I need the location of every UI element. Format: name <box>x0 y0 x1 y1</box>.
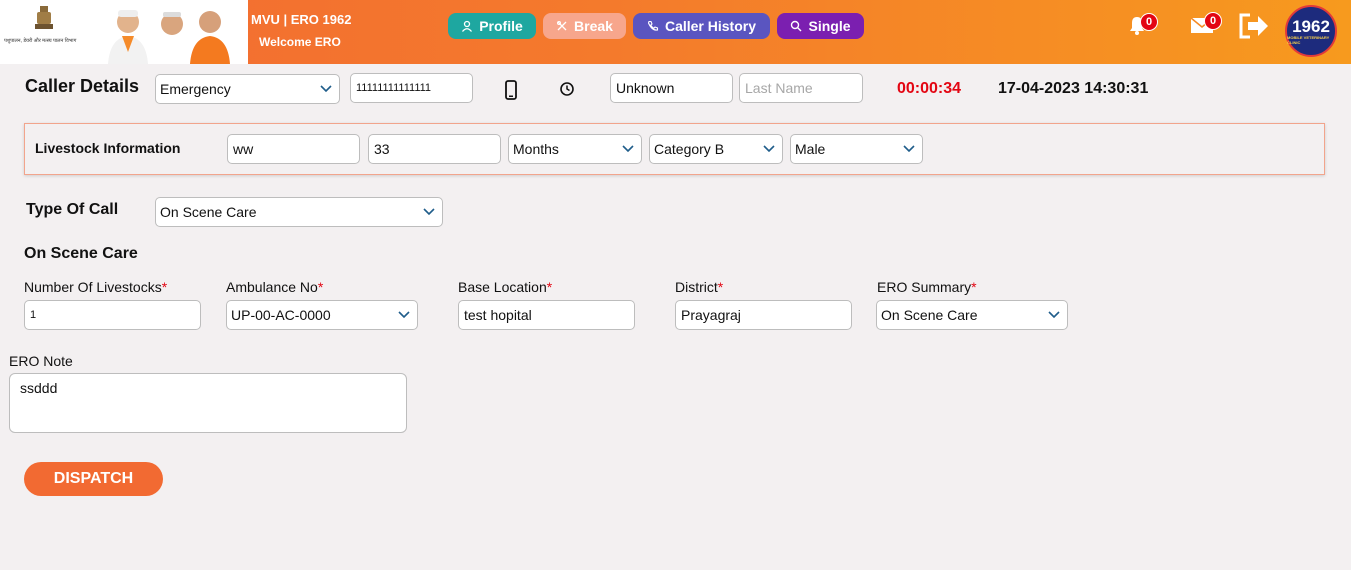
num-livestocks-label: Number Of Livestocks* <box>24 279 167 295</box>
top-header: पशुपालन, डेयरी और मत्स्य पालन विभाग MVU … <box>0 0 1351 64</box>
type-of-call-value: On Scene Care <box>160 204 257 220</box>
ero-summary-label-text: ERO Summary <box>877 279 972 295</box>
num-livestocks-input[interactable]: 1 <box>24 300 201 330</box>
single-button[interactable]: Single <box>777 13 864 39</box>
base-location-label-text: Base Location <box>458 279 547 295</box>
notifications-badge: 0 <box>1140 13 1158 31</box>
chevron-down-icon <box>622 145 634 153</box>
profile-button[interactable]: Profile <box>448 13 536 39</box>
clock-icon[interactable] <box>559 81 575 97</box>
base-location-input[interactable]: test hopital <box>458 300 635 330</box>
brand-number: 1962 <box>1292 16 1330 36</box>
coffee-icon <box>557 21 567 31</box>
phone-icon <box>647 20 659 31</box>
dispatch-button[interactable]: DISPATCH <box>24 462 163 496</box>
ero-note-textarea[interactable]: ssddd <box>9 373 407 433</box>
ambulance-no-value: UP-00-AC-0000 <box>231 307 331 323</box>
ero-summary-value: On Scene Care <box>881 307 978 323</box>
district-input[interactable]: Prayagraj <box>675 300 852 330</box>
district-label: District* <box>675 279 723 295</box>
district-label-text: District <box>675 279 718 295</box>
category-select[interactable]: Category B <box>649 134 783 164</box>
chevron-down-icon <box>903 145 915 153</box>
gender-select[interactable]: Male <box>790 134 923 164</box>
num-livestocks-label-text: Number Of Livestocks <box>24 279 162 295</box>
category-value: Category B <box>654 141 725 157</box>
type-of-call-label: Type Of Call <box>26 201 119 218</box>
base-location-label: Base Location* <box>458 279 552 295</box>
on-scene-care-title: On Scene Care <box>24 245 138 262</box>
call-type-select[interactable]: Emergency <box>155 74 340 104</box>
chevron-down-icon <box>320 85 332 93</box>
required-mark: * <box>161 279 168 295</box>
logo-banner: पशुपालन, डेयरी और मत्स्य पालन विभाग <box>0 0 248 64</box>
messages-badge: 0 <box>1204 12 1222 30</box>
ero-summary-label: ERO Summary* <box>877 279 977 295</box>
call-timer: 00:00:34 <box>897 80 962 97</box>
logout-icon[interactable] <box>1238 12 1270 40</box>
chevron-down-icon <box>763 145 775 153</box>
caller-details-label: Caller Details <box>25 76 140 96</box>
single-button-label: Single <box>808 18 851 34</box>
profile-button-label: Profile <box>479 18 523 34</box>
age-unit-value: Months <box>513 141 559 157</box>
user-icon <box>462 20 473 32</box>
chevron-down-icon <box>398 311 410 319</box>
break-button[interactable]: Break <box>543 13 626 39</box>
chevron-down-icon <box>1048 311 1060 319</box>
welcome-text: Welcome ERO <box>259 35 341 49</box>
search-icon <box>791 20 802 32</box>
caller-history-button-label: Caller History <box>664 18 757 34</box>
chevron-down-icon <box>423 208 435 216</box>
mobile-phone-icon[interactable] <box>505 80 517 100</box>
leader-photo-1 <box>108 10 148 64</box>
required-mark: * <box>546 279 553 295</box>
required-mark: * <box>717 279 724 295</box>
age-unit-select[interactable]: Months <box>508 134 642 164</box>
caller-history-button[interactable]: Caller History <box>633 13 770 39</box>
type-of-call-select[interactable]: On Scene Care <box>155 197 443 227</box>
ambulance-no-select[interactable]: UP-00-AC-0000 <box>226 300 418 330</box>
ambulance-no-label-text: Ambulance No <box>226 279 318 295</box>
break-button-label: Break <box>574 18 613 34</box>
ambulance-no-label: Ambulance No* <box>226 279 323 295</box>
ero-summary-select[interactable]: On Scene Care <box>876 300 1068 330</box>
current-datetime: 17-04-2023 14:30:31 <box>998 80 1149 97</box>
ero-note-label: ERO Note <box>9 353 73 369</box>
call-type-value: Emergency <box>160 81 231 97</box>
logo-text: पशुपालन, डेयरी और मत्स्य पालन विभाग <box>4 38 77 44</box>
livestock-name-input[interactable]: ww <box>227 134 360 164</box>
livestock-information-label: Livestock Information <box>35 140 181 156</box>
last-name-input[interactable]: Last Name <box>739 73 863 103</box>
livestock-age-input[interactable]: 33 <box>368 134 501 164</box>
required-mark: * <box>317 279 324 295</box>
phone-input[interactable]: 11111111111111 <box>350 73 473 103</box>
brand-logo-1962: 1962 MOBILE VETERINARY CLINIC <box>1285 5 1337 57</box>
state-emblem-icon <box>35 6 53 29</box>
leader-photo-3 <box>190 11 230 64</box>
gender-value: Male <box>795 141 826 157</box>
brand-caption: MOBILE VETERINARY CLINIC <box>1287 34 1330 45</box>
required-mark: * <box>971 279 977 295</box>
app-title: MVU | ERO 1962 <box>251 12 352 27</box>
first-name-input[interactable]: Unknown <box>610 73 733 103</box>
